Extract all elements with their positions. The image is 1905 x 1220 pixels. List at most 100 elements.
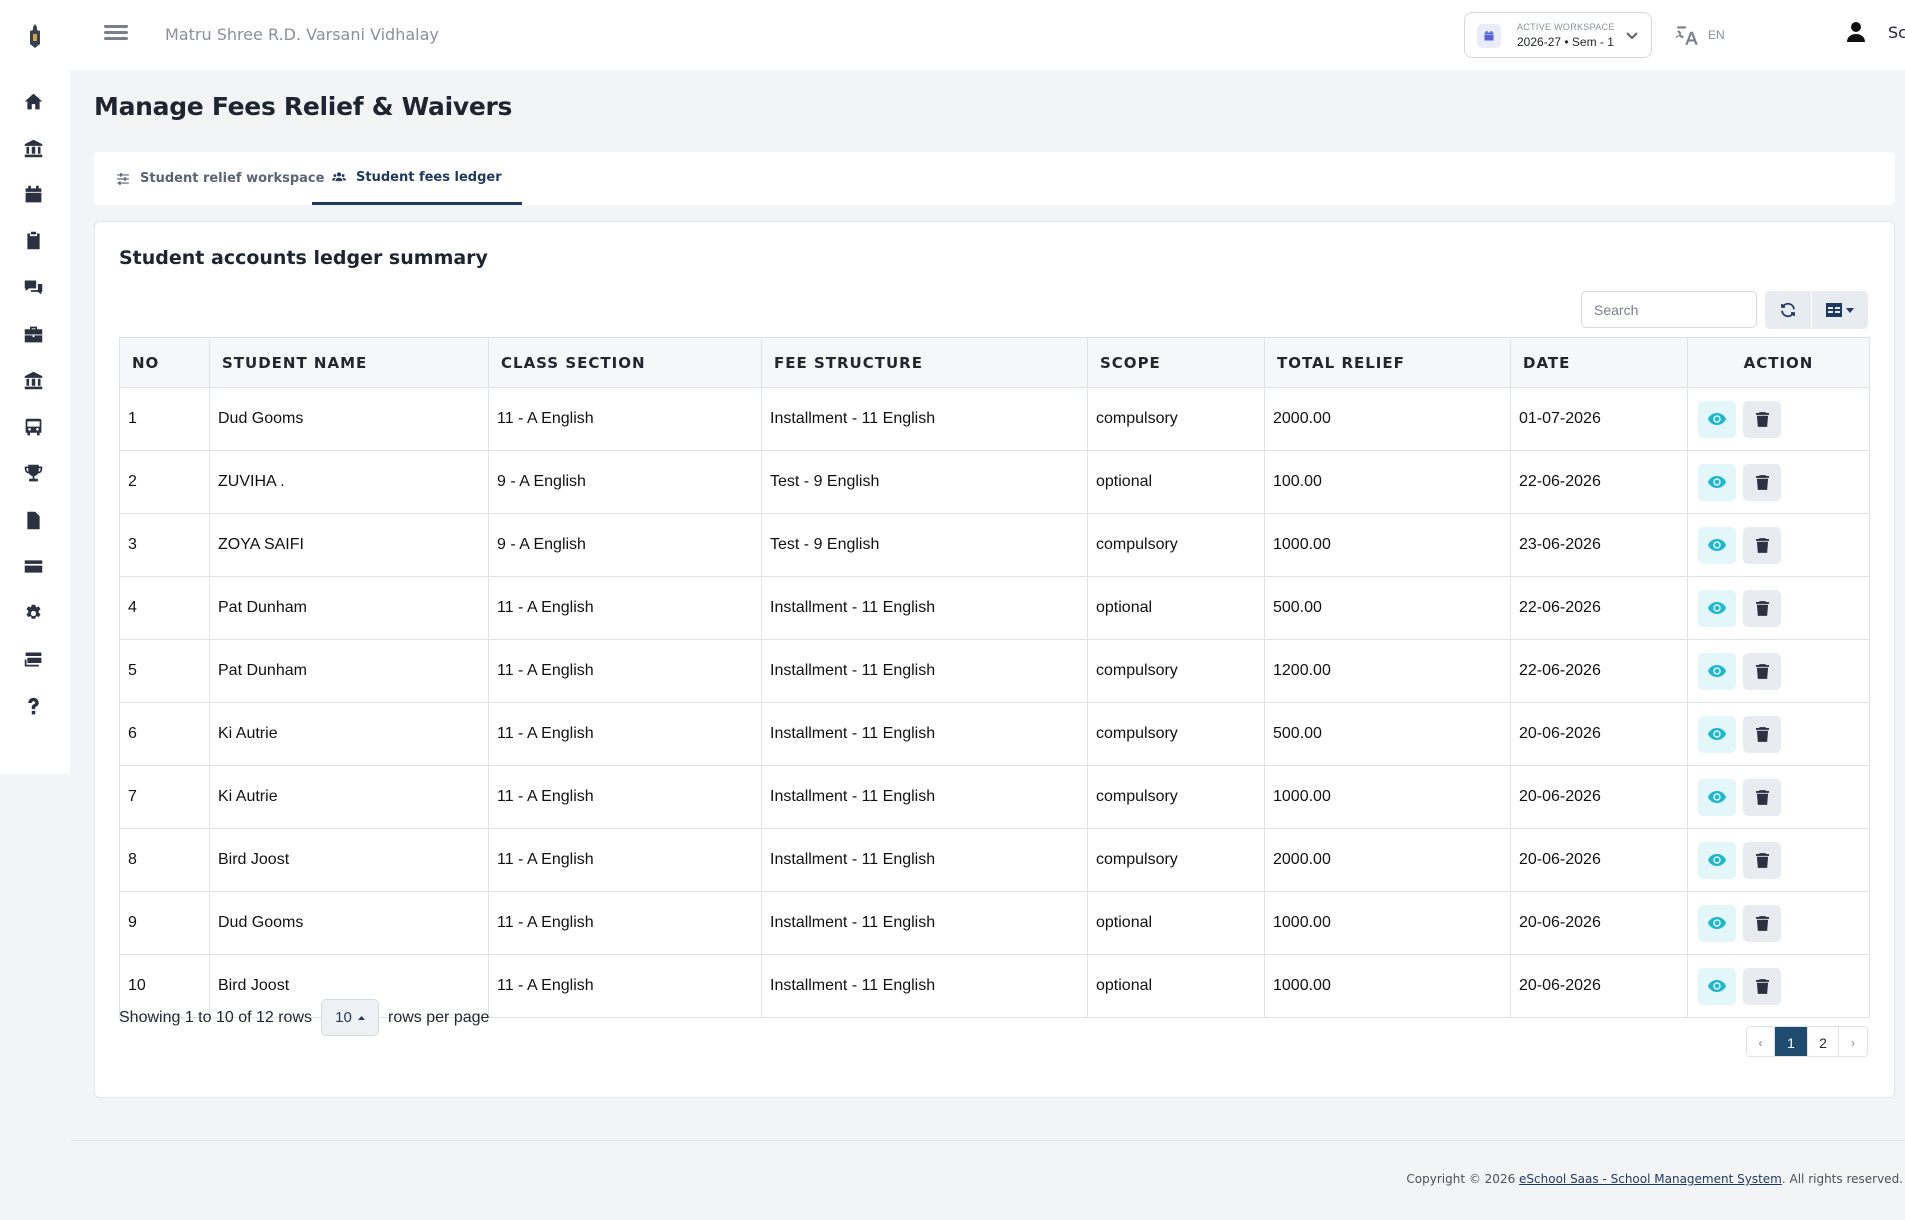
- table-cell: 2: [119, 450, 210, 514]
- view-button[interactable]: [1698, 841, 1736, 879]
- document-icon[interactable]: [10, 500, 56, 540]
- calendar-icon[interactable]: [10, 174, 56, 214]
- row-actions: [1698, 652, 1859, 690]
- clipboard-icon[interactable]: [10, 220, 56, 260]
- refresh-icon: [1781, 302, 1795, 318]
- table-cell: 22-06-2026: [1510, 576, 1688, 640]
- home-icon[interactable]: [10, 81, 56, 121]
- tab-label: Student relief workspace: [140, 171, 325, 186]
- workspace-selector[interactable]: ACTIVE WORKSPACE 2026-27 • Sem - 1: [1464, 12, 1652, 58]
- action-cell: [1687, 387, 1870, 451]
- delete-button[interactable]: [1743, 967, 1781, 1005]
- table-cell: optional: [1087, 954, 1265, 1018]
- eye-icon: [1708, 979, 1726, 993]
- showing-text: Showing 1 to 10 of 12 rows: [119, 1008, 313, 1026]
- caret-up-icon: [357, 1015, 365, 1020]
- pagination-info: Showing 1 to 10 of 12 rows 10 rows per p…: [119, 999, 489, 1036]
- page-button[interactable]: 1: [1775, 1027, 1808, 1056]
- delete-button[interactable]: [1743, 715, 1781, 753]
- delete-button[interactable]: [1743, 652, 1781, 690]
- column-header[interactable]: DATE: [1510, 337, 1688, 388]
- tab-student-fees-ledger[interactable]: Student fees ledger: [312, 152, 522, 205]
- column-header[interactable]: SCOPE: [1087, 337, 1265, 388]
- delete-button[interactable]: [1743, 400, 1781, 438]
- eye-icon: [1708, 475, 1726, 489]
- table-cell: Ki Autrie: [209, 765, 489, 829]
- search-input[interactable]: [1581, 291, 1757, 328]
- briefcase-icon[interactable]: [10, 314, 56, 354]
- table-row: 3 ZOYA SAIFI 9 - A English Test - 9 English…: [119, 513, 1870, 577]
- column-header[interactable]: NO: [119, 337, 210, 388]
- table-cell: Ki Autrie: [209, 702, 489, 766]
- table-cell: Installment - 11 English: [761, 765, 1088, 829]
- table-cell: Dud Gooms: [209, 387, 489, 451]
- view-button[interactable]: [1698, 778, 1736, 816]
- institution-icon[interactable]: [10, 360, 56, 400]
- rows-per-page-select[interactable]: 10: [321, 999, 380, 1036]
- view-button[interactable]: [1698, 715, 1736, 753]
- table-cell: compulsory: [1087, 513, 1265, 577]
- column-header: ACTION: [1687, 337, 1870, 388]
- view-button[interactable]: [1698, 904, 1736, 942]
- translate-icon: [1675, 26, 1698, 45]
- topbar: Matru Shree R.D. Varsani Vidhalay ACTIVE…: [70, 0, 1905, 70]
- columns-toggle-button[interactable]: [1812, 291, 1868, 329]
- view-button[interactable]: [1698, 400, 1736, 438]
- refresh-button[interactable]: [1765, 291, 1811, 329]
- delete-button[interactable]: [1743, 778, 1781, 816]
- chat-icon[interactable]: [10, 267, 56, 307]
- copyright: Copyright © 2026 eSchool Saas - School M…: [1406, 1172, 1903, 1186]
- table-cell: 6: [119, 702, 210, 766]
- action-cell: [1687, 639, 1870, 703]
- next-page-button[interactable]: ›: [1839, 1027, 1867, 1056]
- view-button[interactable]: [1698, 463, 1736, 501]
- view-button[interactable]: [1698, 967, 1736, 1005]
- card-icon[interactable]: [10, 546, 56, 586]
- table-cell: 1000.00: [1264, 765, 1511, 829]
- table-cell: optional: [1087, 576, 1265, 640]
- column-header[interactable]: FEE STRUCTURE: [761, 337, 1088, 388]
- table-header-row: NO STUDENT NAME CLASS SECTION FEE STRUCT…: [119, 337, 1870, 388]
- tab-student-relief-workspace[interactable]: Student relief workspace: [116, 152, 324, 205]
- user-menu[interactable]: School: [1844, 20, 1905, 44]
- column-header[interactable]: CLASS SECTION: [488, 337, 762, 388]
- table-icon: [1826, 303, 1842, 317]
- delete-button[interactable]: [1743, 526, 1781, 564]
- delete-button[interactable]: [1743, 904, 1781, 942]
- action-cell: [1687, 954, 1870, 1018]
- view-button[interactable]: [1698, 652, 1736, 690]
- table-cell: 20-06-2026: [1510, 891, 1688, 955]
- rows-per-page-value: 10: [335, 1009, 352, 1026]
- eye-icon: [1708, 412, 1726, 426]
- prev-page-button[interactable]: ‹: [1747, 1027, 1775, 1056]
- menu-toggle-icon[interactable]: [104, 22, 128, 48]
- school-logo[interactable]: [24, 22, 46, 50]
- action-cell: [1687, 891, 1870, 955]
- column-header[interactable]: TOTAL RELIEF: [1264, 337, 1511, 388]
- trash-icon: [1755, 411, 1769, 427]
- view-button[interactable]: [1698, 526, 1736, 564]
- table-cell: optional: [1087, 891, 1265, 955]
- gear-icon[interactable]: [10, 593, 56, 633]
- help-icon[interactable]: [10, 686, 56, 726]
- language-switcher[interactable]: EN: [1674, 22, 1725, 48]
- bank-icon[interactable]: [10, 128, 56, 168]
- row-actions: [1698, 904, 1859, 942]
- money-icon[interactable]: [10, 639, 56, 679]
- view-button[interactable]: [1698, 589, 1736, 627]
- trophy-icon[interactable]: [10, 453, 56, 493]
- delete-button[interactable]: [1743, 589, 1781, 627]
- footer-link[interactable]: eSchool Saas - School Management System: [1519, 1172, 1782, 1186]
- bus-icon[interactable]: [10, 407, 56, 447]
- delete-button[interactable]: [1743, 841, 1781, 879]
- table-cell: Pat Dunham: [209, 639, 489, 703]
- table-cell: Installment - 11 English: [761, 702, 1088, 766]
- workspace-value: 2026-27 • Sem - 1: [1517, 35, 1614, 49]
- table-cell: 1: [119, 387, 210, 451]
- row-actions: [1698, 715, 1859, 753]
- column-header[interactable]: STUDENT NAME: [209, 337, 489, 388]
- page-button[interactable]: 2: [1808, 1027, 1839, 1056]
- table-cell: compulsory: [1087, 639, 1265, 703]
- delete-button[interactable]: [1743, 463, 1781, 501]
- table-row: 9 Dud Gooms 11 - A English Installment - 11…: [119, 891, 1870, 955]
